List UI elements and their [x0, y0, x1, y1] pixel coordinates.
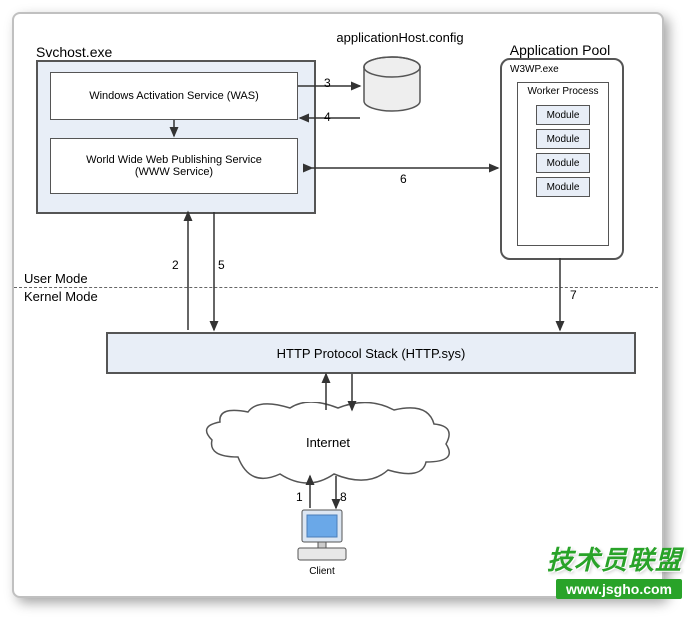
usermode-label: User Mode: [24, 271, 88, 286]
module-box-2: Module: [536, 129, 590, 149]
arrow-num-6: 6: [400, 172, 407, 186]
www-line1: World Wide Web Publishing Service: [86, 154, 262, 166]
svchost-label: Svchost.exe: [36, 44, 112, 60]
kernelmode-label: Kernel Mode: [24, 289, 98, 304]
arrow-num-7: 7: [570, 288, 577, 302]
httpsys-box: HTTP Protocol Stack (HTTP.sys): [106, 332, 636, 374]
internet-cloud: Internet: [198, 402, 458, 492]
module-box-3: Module: [536, 153, 590, 173]
apphost-label: applicationHost.config: [320, 30, 480, 45]
arrow-num-3: 3: [324, 76, 331, 90]
arrow-num-5: 5: [218, 258, 225, 272]
watermark-url: www.jsgho.com: [556, 579, 682, 599]
arrow-num-2: 2: [172, 258, 179, 272]
arrow-num-8: 8: [340, 490, 347, 504]
arrow-num-4: 4: [324, 110, 331, 124]
client-label: Client: [309, 566, 335, 577]
module-box-1: Module: [536, 105, 590, 125]
worker-box: Worker Process Module Module Module Modu…: [517, 82, 609, 246]
config-cylinder: [362, 55, 422, 120]
w3wp-label: W3WP.exe: [510, 64, 559, 75]
httpsys-label: HTTP Protocol Stack (HTTP.sys): [277, 346, 466, 361]
internet-label: Internet: [306, 435, 350, 450]
client-computer-icon: Client: [292, 508, 352, 568]
apppool-box: W3WP.exe Worker Process Module Module Mo…: [500, 58, 624, 260]
watermark-title: 技术员联盟: [547, 540, 682, 577]
mode-divider: [14, 287, 658, 288]
was-box: Windows Activation Service (WAS): [50, 72, 298, 120]
apppool-label: Application Pool: [500, 42, 620, 58]
module-box-4: Module: [536, 177, 590, 197]
www-line2: (WWW Service): [135, 166, 213, 178]
arrow-num-1: 1: [296, 490, 303, 504]
www-box: World Wide Web Publishing Service (WWW S…: [50, 138, 298, 194]
worker-label: Worker Process: [524, 86, 602, 97]
watermark: 技术员联盟 www.jsgho.com: [547, 540, 682, 599]
was-text: Windows Activation Service (WAS): [89, 90, 259, 102]
